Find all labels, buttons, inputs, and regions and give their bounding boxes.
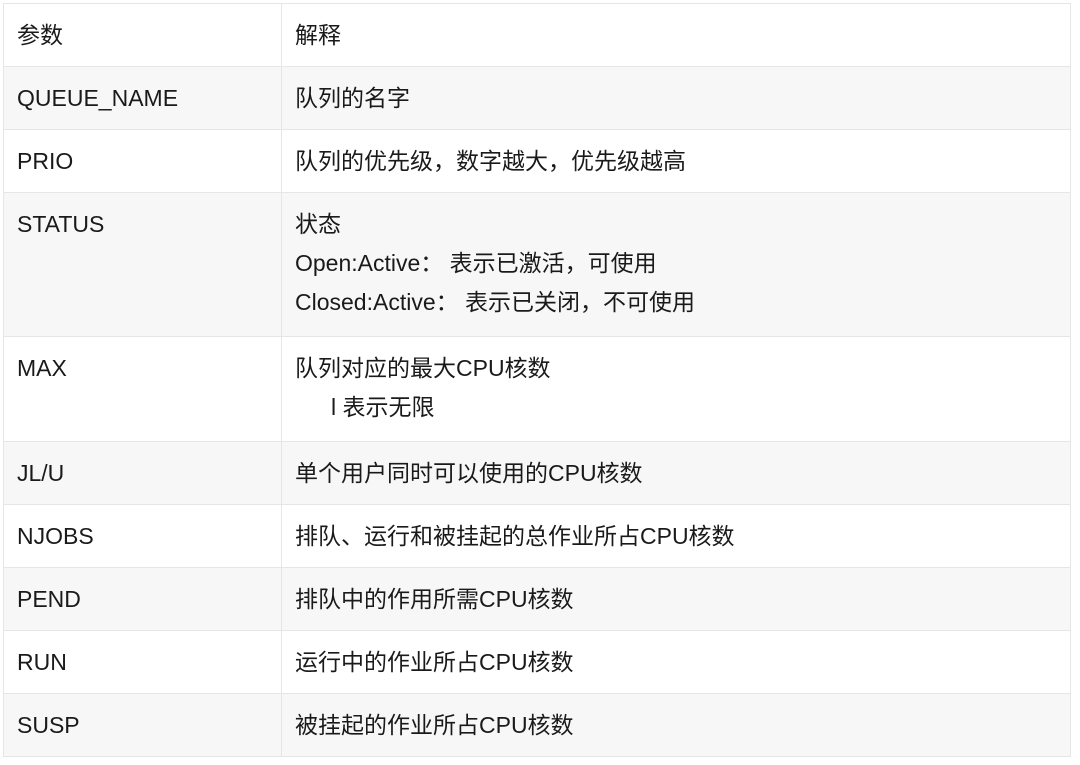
desc-cell: 被挂起的作业所占CPU核数	[281, 693, 1071, 757]
table-row: SUSP 被挂起的作业所占CPU核数	[3, 693, 1071, 757]
param-cell: MAX	[3, 336, 282, 442]
table-row: JL/U 单个用户同时可以使用的CPU核数	[3, 441, 1071, 505]
param-cell: STATUS	[3, 192, 282, 337]
desc-line: Closed:Active： 表示已关闭，不可使用	[295, 289, 696, 315]
desc-cell: 单个用户同时可以使用的CPU核数	[281, 441, 1071, 505]
desc-line: 排队中的作用所需CPU核数	[295, 586, 574, 612]
desc-cell: 队列对应的最大CPU核数 l 表示无限	[281, 336, 1071, 442]
desc-line: l 表示无限	[331, 394, 435, 420]
param-cell: NJOBS	[3, 504, 282, 568]
param-cell: RUN	[3, 630, 282, 694]
parameter-table: 参数 解释 QUEUE_NAME 队列的名字 PRIO 队列的优先级，数字越大，…	[3, 3, 1071, 757]
desc-cell: 排队中的作用所需CPU核数	[281, 567, 1071, 631]
desc-line: 状态	[295, 211, 341, 237]
param-cell: PEND	[3, 567, 282, 631]
param-cell: JL/U	[3, 441, 282, 505]
desc-cell: 排队、运行和被挂起的总作业所占CPU核数	[281, 504, 1071, 568]
param-cell: SUSP	[3, 693, 282, 757]
param-cell: PRIO	[3, 129, 282, 193]
desc-line: Open:Active： 表示已激活，可使用	[295, 250, 657, 276]
desc-cell: 队列的名字	[281, 66, 1071, 130]
desc-line: 运行中的作业所占CPU核数	[295, 649, 574, 675]
header-desc-cell: 解释	[281, 3, 1071, 67]
desc-cell: 状态 Open:Active： 表示已激活，可使用 Closed:Active：…	[281, 192, 1071, 337]
desc-line: 被挂起的作业所占CPU核数	[295, 712, 574, 738]
desc-cell: 运行中的作业所占CPU核数	[281, 630, 1071, 694]
desc-line: 排队、运行和被挂起的总作业所占CPU核数	[295, 523, 735, 549]
table-row: QUEUE_NAME 队列的名字	[3, 66, 1071, 130]
desc-line: 队列的名字	[295, 85, 410, 111]
desc-line: 单个用户同时可以使用的CPU核数	[295, 460, 643, 486]
param-cell: QUEUE_NAME	[3, 66, 282, 130]
table-header-row: 参数 解释	[3, 3, 1071, 67]
table-row: MAX 队列对应的最大CPU核数 l 表示无限	[3, 336, 1071, 442]
desc-line: 队列对应的最大CPU核数	[295, 355, 551, 381]
table-row: PRIO 队列的优先级，数字越大，优先级越高	[3, 129, 1071, 193]
table-row: STATUS 状态 Open:Active： 表示已激活，可使用 Closed:…	[3, 192, 1071, 337]
table-row: PEND 排队中的作用所需CPU核数	[3, 567, 1071, 631]
table-row: RUN 运行中的作业所占CPU核数	[3, 630, 1071, 694]
table-row: NJOBS 排队、运行和被挂起的总作业所占CPU核数	[3, 504, 1071, 568]
desc-cell: 队列的优先级，数字越大，优先级越高	[281, 129, 1071, 193]
desc-line: 队列的优先级，数字越大，优先级越高	[295, 148, 686, 174]
header-param-cell: 参数	[3, 3, 282, 67]
